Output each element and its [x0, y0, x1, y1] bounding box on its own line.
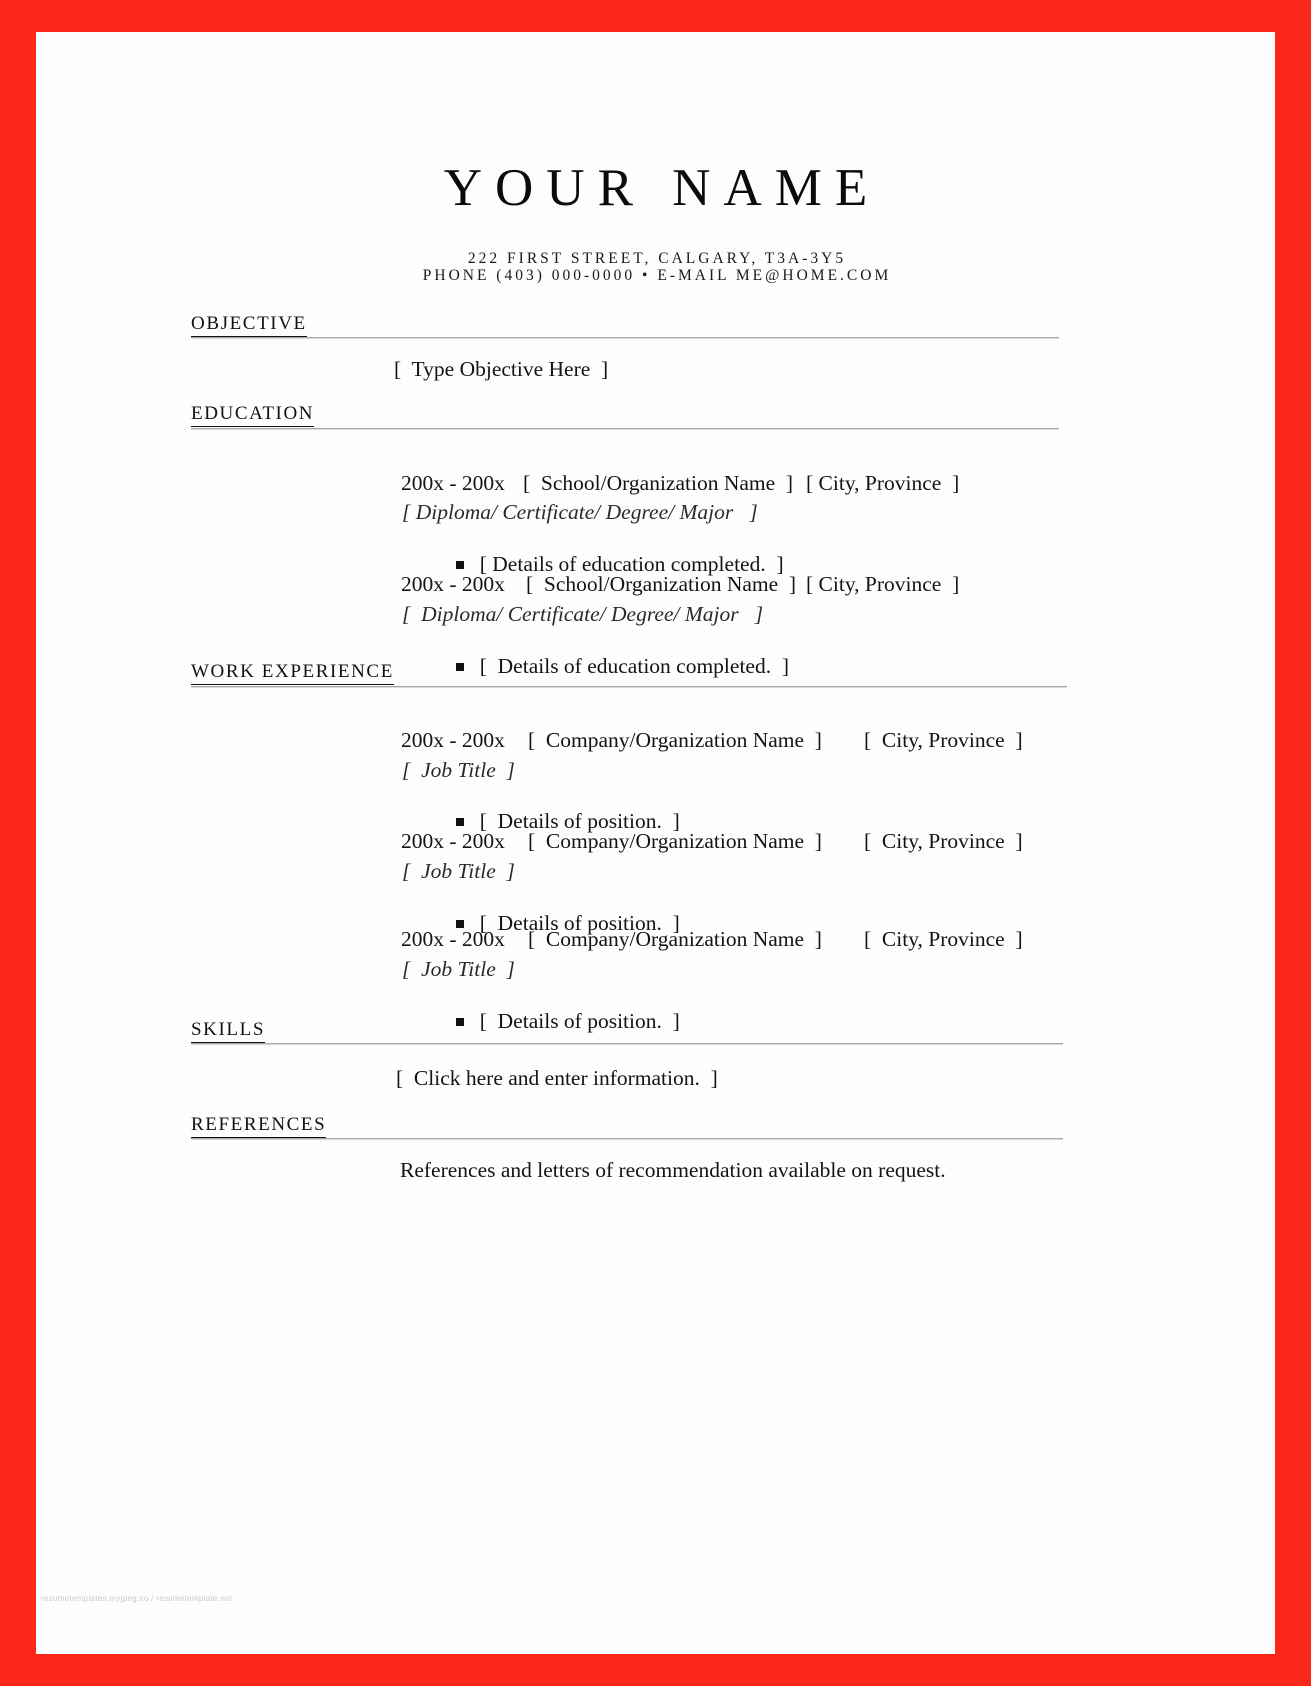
section-heading-objective: OBJECTIVE — [191, 313, 307, 337]
section-rule-work-experience — [191, 686, 1067, 688]
education-dates[interactable]: 200x - 200x — [401, 472, 505, 495]
contact-phone-email: PHONE (403) 000-0000 • E-MAIL ME@HOME.CO… — [422, 267, 892, 284]
work-dates[interactable]: 200x - 200x — [401, 830, 505, 853]
section-heading-work-experience: WORK EXPERIENCE — [191, 661, 394, 685]
education-organization[interactable]: [ School/Organization Name ] — [523, 472, 793, 495]
education-dates[interactable]: 200x - 200x — [401, 573, 505, 596]
work-organization[interactable]: [ Company/Organization Name ] — [528, 928, 822, 951]
work-detail-text: [ Details of position. ] — [479, 1008, 680, 1033]
skills-body[interactable]: [ Click here and enter information. ] — [396, 1067, 718, 1090]
section-heading-objective-label: OBJECTIVE — [191, 313, 307, 337]
objective-body[interactable]: [ Type Objective Here ] — [394, 358, 608, 381]
references-body: References and letters of recommendation… — [400, 1158, 946, 1182]
page-title: YOUR NAME — [443, 159, 881, 217]
page-container: YOUR NAME 222 FIRST STREET, CALGARY, T3A… — [36, 32, 1275, 1654]
square-bullet-icon — [455, 1017, 464, 1026]
section-heading-references-label: REFERENCES — [191, 1114, 327, 1138]
section-heading-education: EDUCATION — [191, 403, 315, 427]
section-rule-references — [191, 1138, 1063, 1140]
section-heading-skills: SKILLS — [191, 1019, 265, 1043]
work-location[interactable]: [ City, Province ] — [864, 729, 1023, 752]
education-detail-bullet[interactable]: [ Details of education completed. ] — [402, 634, 789, 699]
section-rule-education — [191, 428, 1059, 430]
education-location[interactable]: [ City, Province ] — [806, 472, 959, 495]
work-location[interactable]: [ City, Province ] — [864, 928, 1023, 951]
section-heading-work-experience-label: WORK EXPERIENCE — [191, 661, 394, 685]
education-location[interactable]: [ City, Province ] — [806, 573, 959, 596]
contact-address: 222 FIRST STREET, CALGARY, T3A-3Y5 — [467, 250, 847, 267]
work-subtitle[interactable]: [ Job Title ] — [402, 958, 515, 981]
section-heading-skills-label: SKILLS — [191, 1019, 265, 1043]
education-detail-text: [ Details of education completed. ] — [479, 653, 790, 678]
section-rule-skills — [191, 1043, 1063, 1045]
education-subtitle[interactable]: [ Diploma/ Certificate/ Degree/ Major ] — [402, 501, 758, 524]
section-rule-objective — [191, 337, 1059, 339]
work-organization[interactable]: [ Company/Organization Name ] — [528, 830, 822, 853]
work-subtitle[interactable]: [ Job Title ] — [402, 759, 515, 782]
work-subtitle[interactable]: [ Job Title ] — [402, 860, 515, 883]
work-organization[interactable]: [ Company/Organization Name ] — [528, 729, 822, 752]
work-location[interactable]: [ City, Province ] — [864, 830, 1023, 853]
education-subtitle[interactable]: [ Diploma/ Certificate/ Degree/ Major ] — [402, 603, 763, 626]
education-organization[interactable]: [ School/Organization Name ] — [526, 573, 796, 596]
square-bullet-icon — [455, 817, 464, 826]
square-bullet-icon — [455, 662, 464, 671]
work-dates[interactable]: 200x - 200x — [401, 928, 505, 951]
section-heading-references: REFERENCES — [191, 1114, 327, 1138]
resume-page: YOUR NAME 222 FIRST STREET, CALGARY, T3A… — [36, 32, 1275, 1654]
work-dates[interactable]: 200x - 200x — [401, 729, 505, 752]
source-watermark: resumetemplates.myjpeg.co / resumetempla… — [41, 1594, 233, 1603]
section-heading-education-label: EDUCATION — [191, 403, 315, 427]
square-bullet-icon — [455, 560, 464, 569]
document-scan-frame: YOUR NAME 222 FIRST STREET, CALGARY, T3A… — [0, 0, 1311, 1686]
